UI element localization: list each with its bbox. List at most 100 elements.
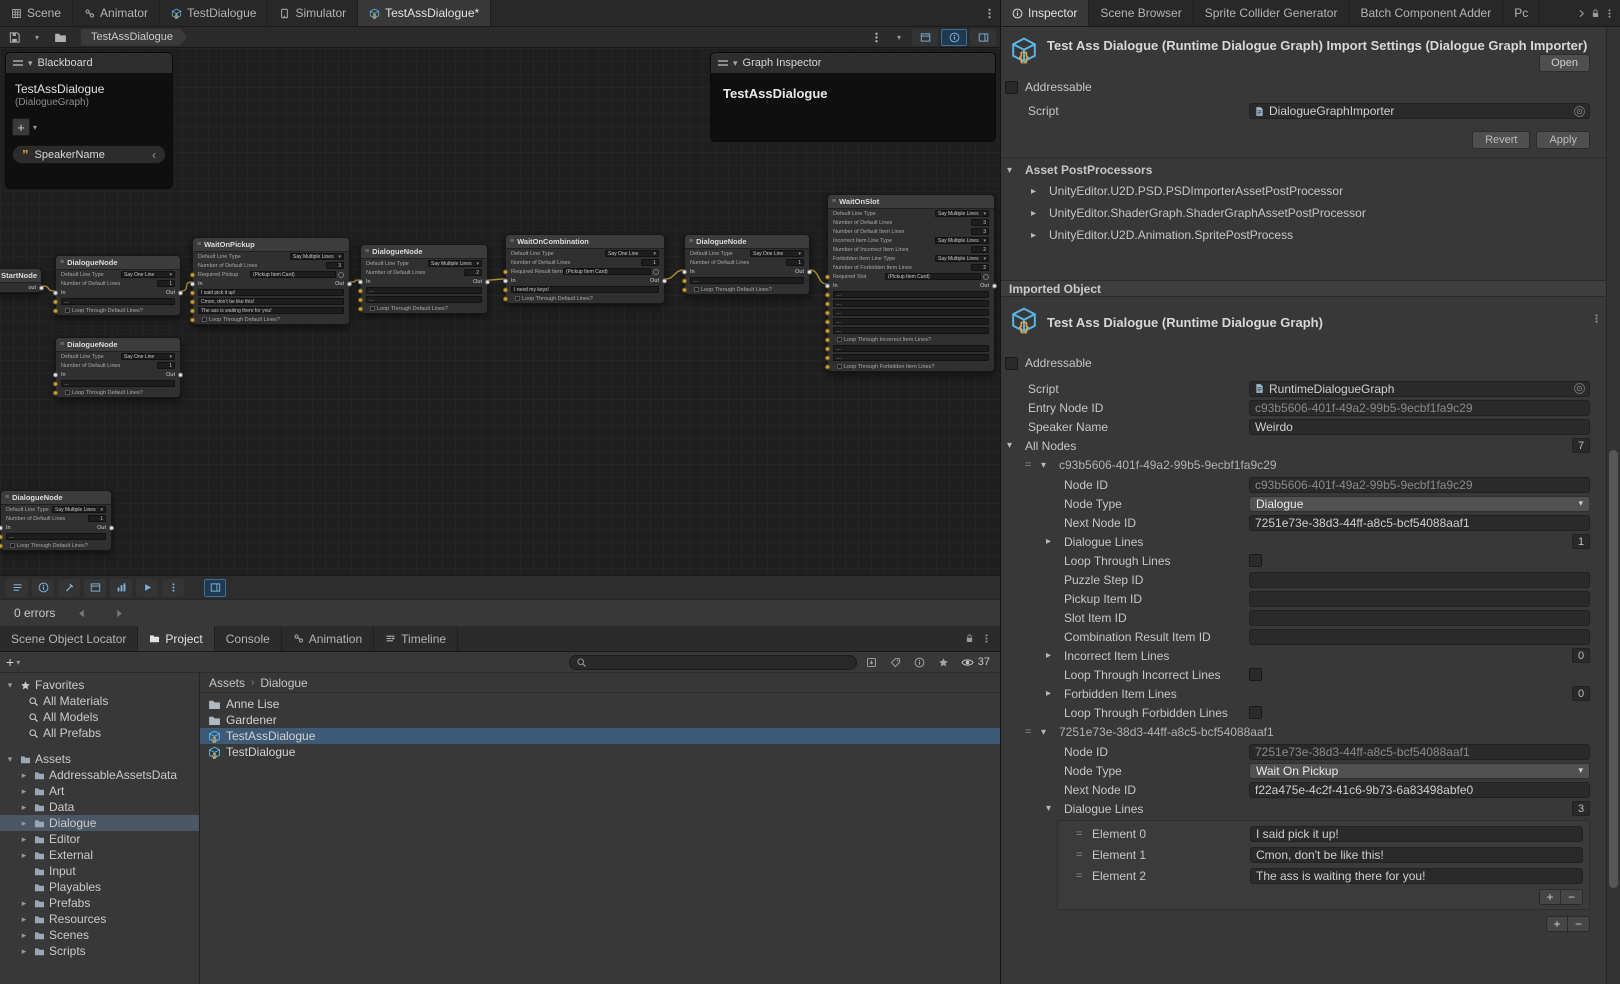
node-object-field[interactable]: (Pickup Item Card) <box>250 271 336 278</box>
node-enum-dropdown[interactable]: Say One Line▾ <box>605 250 659 257</box>
dialogue-graph-canvas[interactable]: ≡StartNodeout ≡DialogueNodeDefault Line T… <box>0 48 1000 575</box>
string-port[interactable] <box>190 308 195 313</box>
bool-port[interactable] <box>0 543 3 548</box>
postprocessor-unityeditor-u2d-psd-psdimporterassetpostprocessor[interactable]: ▸UnityEditor.U2D.PSD.PSDImporterAssetPos… <box>1001 180 1606 202</box>
node-enum-dropdown[interactable]: Say One Line▾ <box>121 353 175 360</box>
text-field[interactable]: 7251e73e-38d3-44ff-a8c5-bcf54088aaf1 <box>1249 515 1590 531</box>
string-port[interactable] <box>0 534 3 539</box>
tab-pc[interactable]: Pc <box>1503 0 1540 26</box>
string-port[interactable] <box>53 299 58 304</box>
node-checkbox[interactable] <box>65 308 70 313</box>
tree-item-prefabs[interactable]: ▸Prefabs <box>0 895 199 911</box>
tree-item-data[interactable]: ▸Data <box>0 799 199 815</box>
text-field[interactable]: f22a475e-4c2f-41c6-9b73-6a83498abfe0 <box>1249 782 1590 798</box>
node-checkbox[interactable] <box>370 306 375 311</box>
tree-item-resources[interactable]: ▸Resources <box>0 911 199 927</box>
node-text-field[interactable]: Cmon, don't be like this! <box>198 298 344 305</box>
object-picker-icon[interactable] <box>983 274 989 280</box>
node-number-field[interactable]: 2 <box>971 264 989 271</box>
node-text-field[interactable]: I need my keys! <box>511 286 659 293</box>
create-asset-button[interactable]: + ▾ <box>6 654 20 670</box>
chevron-right-icon[interactable] <box>1576 8 1587 19</box>
graph-inspector-header[interactable]: ▾ Graph Inspector <box>711 53 995 74</box>
string-port[interactable] <box>682 278 687 283</box>
graph-footer-panel-button[interactable] <box>204 579 226 597</box>
blackboard-property-speakername[interactable]: ” SpeakerName ‹ <box>12 145 166 164</box>
input-port[interactable] <box>358 279 363 284</box>
node-checkbox[interactable] <box>694 287 699 292</box>
element-text-field[interactable]: I said pick it up! <box>1250 826 1583 842</box>
breadcrumb-dialogue[interactable]: Dialogue <box>260 676 307 690</box>
graph-node-startnode-0[interactable]: ≡StartNodeout <box>0 268 42 293</box>
graph-node-dialoguenode-4[interactable]: ≡DialogueNodeDefault Line TypeSay Multip… <box>360 244 488 314</box>
output-port[interactable] <box>992 283 997 288</box>
tree-item-scripts[interactable]: ▸Scripts <box>0 943 199 959</box>
tree-item-all-prefabs[interactable]: All Prefabs <box>0 725 199 741</box>
node-enum-dropdown[interactable]: Say Multiple Lines▾ <box>52 506 106 513</box>
object-picker-icon[interactable]: ⊙ <box>1574 106 1585 117</box>
row-c93b5606-401f-49a2-99b5-9ecbf1fa9c29[interactable]: =▾c93b5606-401f-49a2-99b5-9ecbf1fa9c29 <box>1001 455 1606 475</box>
graph-node-waitoncombination-5[interactable]: ≡WaitOnCombinationDefault Line TypeSay O… <box>505 234 665 304</box>
string-port[interactable] <box>358 288 363 293</box>
enum-dropdown[interactable]: Wait On Pickup▾ <box>1249 763 1590 779</box>
node-number-field[interactable]: 1 <box>88 515 106 522</box>
revert-button[interactable]: Revert <box>1472 131 1530 149</box>
node-enum-dropdown[interactable]: Say One Line▾ <box>121 271 175 278</box>
node-number-field[interactable]: 3 <box>971 228 989 235</box>
string-port[interactable] <box>825 346 830 351</box>
addressable-checkbox[interactable] <box>1005 81 1018 94</box>
blackboard-toggle[interactable] <box>912 29 938 46</box>
script-object-field[interactable]: DialogueGraphImporter ⊙ <box>1249 103 1590 119</box>
string-port[interactable] <box>825 355 830 360</box>
node-number-field[interactable]: 2 <box>971 246 989 253</box>
node-enum-dropdown[interactable]: Say Multiple Lines▾ <box>935 255 989 262</box>
element-text-field[interactable]: Cmon, don't be like this! <box>1250 847 1583 863</box>
graph-footer-stats-button[interactable] <box>110 579 132 597</box>
node-checkbox[interactable] <box>837 337 842 342</box>
object-picker-icon[interactable]: ⊙ <box>1574 383 1585 394</box>
inspector-menu-button[interactable] <box>1604 8 1615 19</box>
add-blackboard-property-button[interactable]: + <box>12 118 30 136</box>
breadcrumb[interactable]: TestAssDialogue <box>81 29 187 46</box>
graph-options-button[interactable] <box>866 29 886 46</box>
node-enum-dropdown[interactable]: Say One Line▾ <box>750 250 804 257</box>
graph-footer-window-button[interactable] <box>84 579 106 597</box>
input-port[interactable] <box>53 372 58 377</box>
output-port[interactable] <box>178 290 183 295</box>
collapse-icon[interactable]: ‹ <box>152 148 156 162</box>
text-field[interactable]: Weirdo <box>1249 419 1590 435</box>
output-port[interactable] <box>485 279 490 284</box>
checkbox[interactable] <box>1249 554 1262 567</box>
graph-footer-info-button[interactable] <box>32 579 54 597</box>
node-number-field[interactable]: 3 <box>326 262 344 269</box>
asset-item-anne-lise[interactable]: Anne Lise <box>200 696 1000 712</box>
string-port[interactable] <box>825 319 830 324</box>
tree-item-external[interactable]: ▸External <box>0 847 199 863</box>
node-text-field[interactable]: … <box>833 345 989 352</box>
tab-simulator[interactable]: Simulator <box>268 0 358 26</box>
input-port[interactable] <box>190 281 195 286</box>
tree-item-art[interactable]: ▸Art <box>0 783 199 799</box>
node-checkbox[interactable] <box>202 317 207 322</box>
tab-inspector[interactable]: Inspector <box>1001 0 1089 26</box>
string-port[interactable] <box>53 381 58 386</box>
node-number-field[interactable]: 2 <box>464 269 482 276</box>
preview-packages-info-button[interactable] <box>911 654 929 670</box>
graph-node-waitonpickup-3[interactable]: ≡WaitOnPickupDefault Line TypeSay Multip… <box>192 237 350 325</box>
text-field[interactable]: c93b5606-401f-49a2-99b5-9ecbf1fa9c29 <box>1249 477 1590 493</box>
breadcrumb-assets[interactable]: Assets <box>209 676 245 690</box>
scrollbar-thumb[interactable] <box>1609 450 1618 888</box>
tab-timeline[interactable]: Timeline <box>374 626 458 651</box>
output-port[interactable] <box>347 281 352 286</box>
lock-icon[interactable] <box>1590 8 1601 19</box>
open-button[interactable]: Open <box>1539 54 1590 72</box>
next-error-button[interactable] <box>107 604 131 623</box>
node-text-field[interactable]: … <box>61 298 175 305</box>
tree-item-dialogue[interactable]: ▸Dialogue <box>0 815 199 831</box>
bool-port[interactable] <box>682 287 687 292</box>
node-checkbox[interactable] <box>65 390 70 395</box>
node-text-field[interactable]: … <box>833 300 989 307</box>
array-size-field[interactable]: 1 <box>1572 534 1590 549</box>
bool-port[interactable] <box>190 317 195 322</box>
graph-node-dialoguenode-6[interactable]: ≡DialogueNodeDefault Line TypeSay One Li… <box>684 234 810 295</box>
